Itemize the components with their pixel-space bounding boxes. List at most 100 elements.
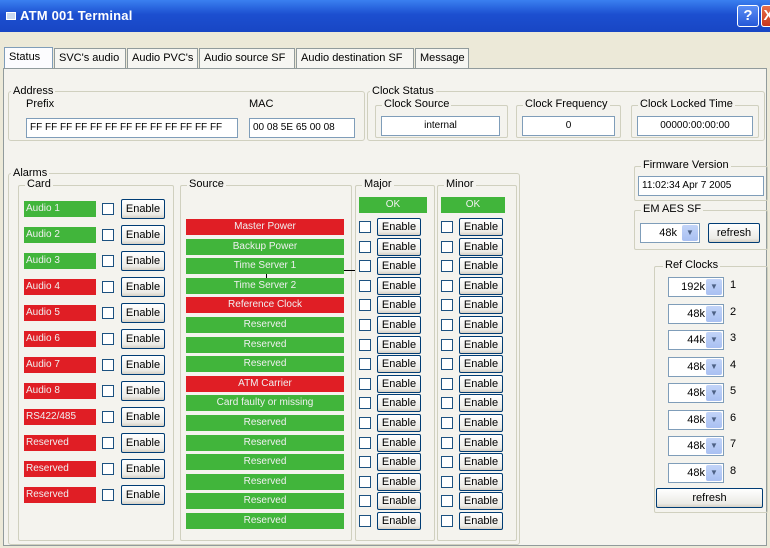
ref-clock-select[interactable]: 48k ▼ bbox=[668, 462, 724, 483]
major-enable-button[interactable]: Enable bbox=[377, 394, 421, 413]
major-enable-checkbox[interactable] bbox=[359, 299, 371, 312]
minor-enable-checkbox[interactable] bbox=[441, 299, 453, 312]
card-enable-button[interactable]: Enable bbox=[121, 433, 165, 453]
major-enable-button[interactable]: Enable bbox=[377, 276, 421, 295]
minor-enable-checkbox[interactable] bbox=[441, 260, 453, 273]
ref-clocks-refresh-button[interactable]: refresh bbox=[656, 488, 763, 508]
tab-audio-destination-sf[interactable]: Audio destination SF bbox=[296, 48, 414, 68]
minor-enable-button[interactable]: Enable bbox=[459, 472, 503, 491]
card-enable-button[interactable]: Enable bbox=[121, 329, 165, 349]
major-enable-checkbox[interactable] bbox=[359, 515, 371, 527]
card-enable-checkbox[interactable] bbox=[102, 489, 114, 501]
major-enable-button[interactable]: Enable bbox=[377, 296, 421, 315]
tab-audio-pvcs[interactable]: Audio PVC's bbox=[127, 48, 198, 68]
minor-enable-checkbox[interactable] bbox=[441, 240, 453, 253]
card-enable-checkbox[interactable] bbox=[102, 385, 114, 397]
card-enable-checkbox[interactable] bbox=[102, 255, 114, 267]
ref-clock-select[interactable]: 48k ▼ bbox=[668, 436, 724, 456]
major-enable-checkbox[interactable] bbox=[359, 397, 371, 410]
em-aes-refresh-button[interactable]: refresh bbox=[708, 223, 760, 243]
minor-enable-checkbox[interactable] bbox=[441, 221, 453, 233]
major-enable-button[interactable]: Enable bbox=[377, 335, 421, 354]
major-enable-checkbox[interactable] bbox=[359, 319, 371, 331]
minor-enable-button[interactable]: Enable bbox=[459, 296, 503, 315]
card-enable-checkbox[interactable] bbox=[102, 281, 114, 293]
close-button[interactable]: X bbox=[761, 5, 770, 27]
card-enable-button[interactable]: Enable bbox=[121, 251, 165, 271]
card-enable-button[interactable]: Enable bbox=[121, 225, 165, 245]
major-enable-button[interactable]: Enable bbox=[377, 316, 421, 334]
major-enable-checkbox[interactable] bbox=[359, 240, 371, 253]
minor-enable-button[interactable]: Enable bbox=[459, 316, 503, 334]
prefix-field[interactable]: FF FF FF FF FF FF FF FF FF FF FF FF FF bbox=[26, 118, 238, 138]
major-enable-button[interactable]: Enable bbox=[377, 433, 421, 452]
major-enable-checkbox[interactable] bbox=[359, 338, 371, 351]
major-enable-button[interactable]: Enable bbox=[377, 472, 421, 491]
minor-enable-button[interactable]: Enable bbox=[459, 414, 503, 432]
major-enable-button[interactable]: Enable bbox=[377, 512, 421, 530]
clock-locked-field[interactable]: 00000:00:00:00 bbox=[637, 116, 753, 136]
major-enable-button[interactable]: Enable bbox=[377, 237, 421, 256]
card-enable-button[interactable]: Enable bbox=[121, 199, 165, 219]
minor-enable-checkbox[interactable] bbox=[441, 456, 453, 469]
card-enable-button[interactable]: Enable bbox=[121, 407, 165, 427]
tab-audio-source-sf[interactable]: Audio source SF bbox=[199, 48, 295, 68]
title-bar[interactable]: ATM 001 Terminal ? X bbox=[0, 0, 770, 32]
minor-enable-button[interactable]: Enable bbox=[459, 492, 503, 511]
card-enable-checkbox[interactable] bbox=[102, 411, 114, 423]
clock-source-field[interactable]: internal bbox=[381, 116, 500, 136]
em-aes-select[interactable]: 48k ▼ bbox=[640, 223, 700, 243]
card-enable-button[interactable]: Enable bbox=[121, 459, 165, 479]
minor-enable-checkbox[interactable] bbox=[441, 358, 453, 371]
ref-clock-select[interactable]: 48k ▼ bbox=[668, 383, 724, 403]
tab-status[interactable]: Status bbox=[4, 47, 53, 69]
major-enable-checkbox[interactable] bbox=[359, 279, 371, 292]
ref-clock-select[interactable]: 192k ▼ bbox=[668, 277, 724, 297]
minor-enable-checkbox[interactable] bbox=[441, 319, 453, 331]
minor-enable-checkbox[interactable] bbox=[441, 475, 453, 488]
card-enable-checkbox[interactable] bbox=[102, 229, 114, 241]
card-enable-button[interactable]: Enable bbox=[121, 355, 165, 375]
card-enable-checkbox[interactable] bbox=[102, 307, 114, 319]
card-enable-checkbox[interactable] bbox=[102, 463, 114, 475]
minor-enable-button[interactable]: Enable bbox=[459, 355, 503, 374]
minor-enable-button[interactable]: Enable bbox=[459, 218, 503, 236]
minor-enable-button[interactable]: Enable bbox=[459, 374, 503, 393]
minor-enable-checkbox[interactable] bbox=[441, 515, 453, 527]
major-enable-checkbox[interactable] bbox=[359, 221, 371, 233]
minor-enable-checkbox[interactable] bbox=[441, 279, 453, 292]
major-enable-checkbox[interactable] bbox=[359, 456, 371, 469]
major-enable-checkbox[interactable] bbox=[359, 475, 371, 488]
major-enable-checkbox[interactable] bbox=[359, 260, 371, 273]
major-enable-button[interactable]: Enable bbox=[377, 355, 421, 374]
major-enable-checkbox[interactable] bbox=[359, 377, 371, 390]
card-enable-checkbox[interactable] bbox=[102, 437, 114, 449]
ref-clock-select[interactable]: 48k ▼ bbox=[668, 356, 724, 377]
major-enable-checkbox[interactable] bbox=[359, 495, 371, 508]
minor-enable-button[interactable]: Enable bbox=[459, 257, 503, 276]
ref-clock-select[interactable]: 48k ▼ bbox=[668, 409, 724, 430]
minor-enable-checkbox[interactable] bbox=[441, 436, 453, 449]
help-button[interactable]: ? bbox=[737, 5, 759, 27]
major-enable-button[interactable]: Enable bbox=[377, 218, 421, 236]
card-enable-button[interactable]: Enable bbox=[121, 277, 165, 297]
card-enable-button[interactable]: Enable bbox=[121, 485, 165, 505]
major-enable-checkbox[interactable] bbox=[359, 417, 371, 429]
minor-enable-button[interactable]: Enable bbox=[459, 276, 503, 295]
minor-enable-checkbox[interactable] bbox=[441, 377, 453, 390]
minor-enable-button[interactable]: Enable bbox=[459, 453, 503, 472]
minor-enable-button[interactable]: Enable bbox=[459, 433, 503, 452]
minor-enable-button[interactable]: Enable bbox=[459, 335, 503, 354]
clock-frequency-field[interactable]: 0 bbox=[522, 116, 615, 136]
minor-enable-button[interactable]: Enable bbox=[459, 237, 503, 256]
tab-message[interactable]: Message bbox=[415, 48, 469, 68]
mac-field[interactable]: 00 08 5E 65 00 08 bbox=[249, 118, 355, 138]
minor-enable-checkbox[interactable] bbox=[441, 338, 453, 351]
card-enable-button[interactable]: Enable bbox=[121, 303, 165, 323]
minor-enable-checkbox[interactable] bbox=[441, 495, 453, 508]
minor-enable-checkbox[interactable] bbox=[441, 417, 453, 429]
card-enable-button[interactable]: Enable bbox=[121, 381, 165, 401]
major-enable-checkbox[interactable] bbox=[359, 358, 371, 371]
major-enable-button[interactable]: Enable bbox=[377, 492, 421, 511]
ref-clock-select[interactable]: 44k ▼ bbox=[668, 330, 724, 350]
